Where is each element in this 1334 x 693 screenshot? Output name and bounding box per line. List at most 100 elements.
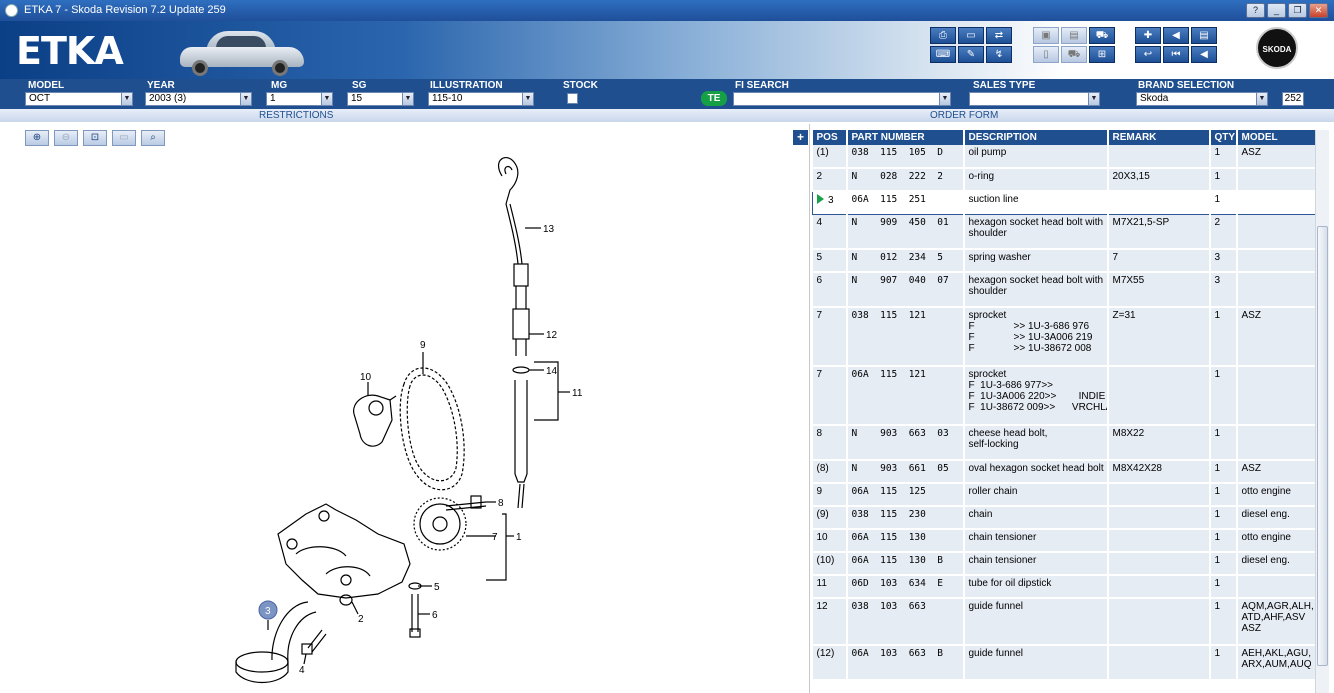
chevron-down-icon: ▼ xyxy=(402,93,413,105)
cell-qty: 2 xyxy=(1209,214,1238,250)
expand-icon[interactable]: + xyxy=(793,130,808,145)
table-row[interactable]: 10 06A 115 130 chain tensioner 1 otto en… xyxy=(812,529,1315,553)
cell-pos: 7 xyxy=(812,366,848,426)
callout-8[interactable]: 8 xyxy=(498,498,504,509)
col-qty[interactable]: QTY xyxy=(1209,130,1238,145)
table-row[interactable]: (10) 06A 115 130 B chain tensioner 1 die… xyxy=(812,552,1315,576)
cell-remark xyxy=(1107,506,1211,530)
callout-14[interactable]: 14 xyxy=(546,366,558,377)
cell-part-number: 06A 115 251 xyxy=(846,190,965,215)
callout-9[interactable]: 9 xyxy=(420,340,426,351)
cell-description: o-ring xyxy=(963,168,1109,192)
col-remark[interactable]: REMARK xyxy=(1107,130,1211,145)
car-image xyxy=(176,27,306,77)
callout-2[interactable]: 2 xyxy=(358,614,364,625)
year-select[interactable]: 2003 (3) ▼ xyxy=(145,92,252,106)
callout-4[interactable]: 4 xyxy=(299,665,305,676)
scrollbar-thumb[interactable] xyxy=(1317,226,1328,666)
book-icon[interactable]: ▭ xyxy=(958,27,984,44)
cart-icon[interactable]: ⛟ xyxy=(1089,27,1115,44)
cell-part-number: 06A 115 121 xyxy=(846,366,965,426)
cell-description: chain tensioner xyxy=(963,529,1109,553)
table-row[interactable]: 7 038 115 121 sprocket F >> 1U-3-686 976… xyxy=(812,307,1315,367)
elsa-icon[interactable]: ▣ xyxy=(1033,27,1059,44)
table-row[interactable]: (12) 06A 103 663 B guide funnel 1 AEH,AK… xyxy=(812,645,1315,681)
table-row-selected[interactable]: 3 06A 115 251 suction line 1 xyxy=(812,190,1315,215)
cell-model xyxy=(1236,214,1315,250)
callout-6[interactable]: 6 xyxy=(432,610,438,621)
monitor-icon[interactable]: ▯ xyxy=(1033,46,1059,63)
table-row[interactable]: 4 N 909 450 01 hexagon socket head bolt … xyxy=(812,214,1315,250)
cell-description: roller chain xyxy=(963,483,1109,507)
restore-button[interactable]: ❐ xyxy=(1288,3,1307,18)
callout-7[interactable]: 7 xyxy=(492,532,498,543)
illustration-label: ILLUSTRATION xyxy=(430,80,503,91)
model-select[interactable]: OCT ▼ xyxy=(25,92,133,106)
table-row[interactable]: 11 06D 103 634 E tube for oil dipstick 1 xyxy=(812,575,1315,599)
table-row[interactable]: 6 N 907 040 07 hexagon socket head bolt … xyxy=(812,272,1315,308)
keyboard-icon[interactable]: ⌨ xyxy=(930,46,956,63)
table-row[interactable]: 5 N 012 234 5 spring washer 7 3 xyxy=(812,249,1315,273)
header-banner: ETKA ⎙ ▭ ⇄ ⌨ ✎ ↯ ▣ ▤ ⛟ ▯ ⛟ ⊞ ✚ ◀ ▤ ↩ ⏮ ◀… xyxy=(0,21,1334,79)
sales-type-label: SALES TYPE xyxy=(973,80,1036,91)
callout-1[interactable]: 1 xyxy=(516,532,522,543)
help-button[interactable]: ? xyxy=(1246,3,1265,18)
table-row[interactable]: 2 N 028 222 2 o-ring 20X3,15 1 xyxy=(812,168,1315,192)
callout-5[interactable]: 5 xyxy=(434,582,440,593)
cell-part-number: 06A 115 130 xyxy=(846,529,965,553)
cell-qty: 1 xyxy=(1209,483,1238,507)
pencil-icon[interactable]: ✎ xyxy=(958,46,984,63)
sales-type-select[interactable]: ▼ xyxy=(969,92,1100,106)
handshake-icon[interactable]: ⇄ xyxy=(986,27,1012,44)
illustration-select[interactable]: 115-10 ▼ xyxy=(428,92,534,106)
te-badge[interactable]: TE xyxy=(701,91,727,106)
app-icon xyxy=(5,4,18,17)
stock-checkbox[interactable] xyxy=(567,93,578,104)
table-row[interactable]: 12 038 103 663 guide funnel 1 AQM,AGR,AL… xyxy=(812,598,1315,646)
cart-add-icon[interactable]: ⊞ xyxy=(1089,46,1115,63)
cell-qty: 1 xyxy=(1209,506,1238,530)
depot-icon[interactable]: ▤ xyxy=(1061,27,1087,44)
col-model[interactable]: MODEL xyxy=(1236,130,1315,145)
truck-icon[interactable]: ⛟ xyxy=(1061,46,1087,63)
table-row[interactable]: (8) N 903 661 05 oval hexagon socket hea… xyxy=(812,460,1315,484)
pin-icon[interactable]: ✚ xyxy=(1135,27,1161,44)
col-pos[interactable]: POS xyxy=(812,130,848,145)
cell-remark: M8X42X28 xyxy=(1107,460,1211,484)
cell-model xyxy=(1236,272,1315,308)
left-arrow-icon[interactable]: ◀ xyxy=(1191,46,1217,63)
cell-part-number: 06A 115 125 xyxy=(846,483,965,507)
table-row[interactable]: (9) 038 115 230 chain 1 diesel eng. xyxy=(812,506,1315,530)
table-row[interactable]: 7 06A 115 121 sprocket F 1U-3-686 977>> … xyxy=(812,366,1315,426)
prev-page-icon[interactable]: ◀ xyxy=(1163,27,1189,44)
cell-pos: (12) xyxy=(812,645,848,681)
print-icon[interactable]: ⎙ xyxy=(930,27,956,44)
callout-13[interactable]: 13 xyxy=(543,224,555,235)
col-description[interactable]: DESCRIPTION xyxy=(963,130,1109,145)
table-row[interactable]: 9 06A 115 125 roller chain 1 otto engine xyxy=(812,483,1315,507)
year-label: YEAR xyxy=(147,80,175,91)
table-row[interactable]: (1) 038 115 105 D oil pump 1 ASZ xyxy=(812,145,1315,169)
order-scrollbar[interactable] xyxy=(1315,130,1329,693)
mg-select[interactable]: 1 ▼ xyxy=(266,92,333,106)
first-icon[interactable]: ⏮ xyxy=(1163,46,1189,63)
callout-11[interactable]: 11 xyxy=(572,388,583,399)
fi-search-select[interactable]: ▼ xyxy=(733,92,951,106)
callout-12[interactable]: 12 xyxy=(546,330,558,341)
table-header: POS PART NUMBER DESCRIPTION REMARK QTY M… xyxy=(812,130,1315,145)
brand-select[interactable]: Skoda ▼ xyxy=(1136,92,1268,106)
sg-select[interactable]: 15 ▼ xyxy=(347,92,414,106)
col-part-number[interactable]: PART NUMBER xyxy=(846,130,965,145)
restrictions-heading[interactable]: RESTRICTIONS xyxy=(259,109,333,122)
document-icon[interactable]: ▤ xyxy=(1191,27,1217,44)
minimize-button[interactable]: _ xyxy=(1267,3,1286,18)
table-row[interactable]: 8 N 903 663 03 cheese head bolt, self-lo… xyxy=(812,425,1315,461)
transfer-icon[interactable]: ↯ xyxy=(986,46,1012,63)
callout-3[interactable]: 3 xyxy=(265,606,271,617)
close-button[interactable]: ✕ xyxy=(1309,3,1328,18)
back-icon[interactable]: ↩ xyxy=(1135,46,1161,63)
callout-10[interactable]: 10 xyxy=(360,372,372,383)
cell-description: cheese head bolt, self-locking xyxy=(963,425,1109,461)
cell-part-number: 06A 115 130 B xyxy=(846,552,965,576)
cell-remark xyxy=(1107,529,1211,553)
